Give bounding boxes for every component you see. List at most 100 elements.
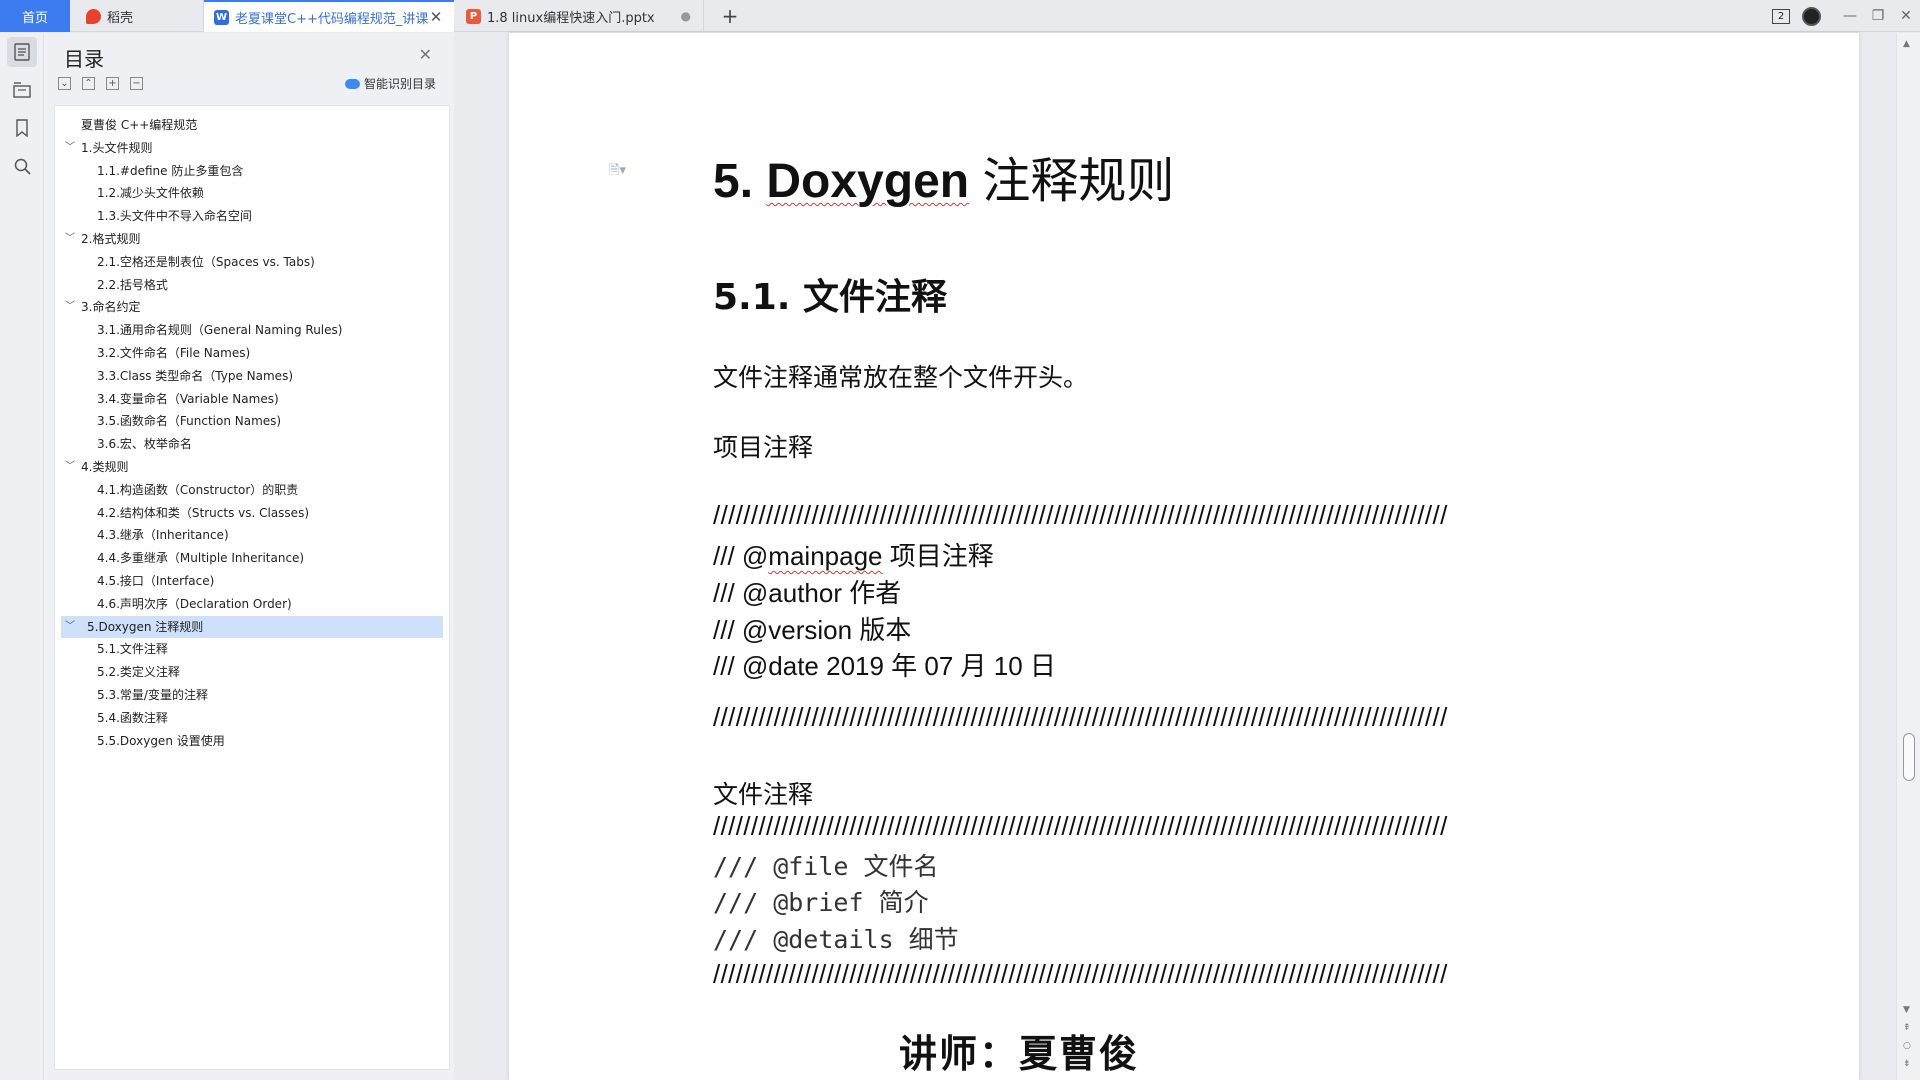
bookmark-rail-button[interactable] (7, 113, 37, 143)
toc-item[interactable]: 3.5.函数命名（Function Names) (55, 410, 449, 433)
tab-close-icon[interactable]: ✕ (428, 9, 444, 25)
toc-item-label: 4.5.接口（Interface) (97, 573, 215, 588)
document-area[interactable]: 🗎▾ 5. Doxygen 注释规则 5.1. 文件注释 文件注释通常放在整个文… (454, 33, 1896, 1080)
toc-item-label: 2.格式规则 (81, 231, 141, 246)
paragraph-menu-icon[interactable]: 🗎▾ (609, 161, 626, 183)
scroll-down-icon[interactable]: ▼ (1903, 1005, 1910, 1015)
chevron-down-icon[interactable]: ﹀ (65, 616, 75, 639)
toc-item[interactable]: 夏曹俊 C++编程规范 (55, 114, 449, 137)
toc-item[interactable]: 4.1.构造函数（Constructor）的职责 (55, 479, 449, 502)
tab-document[interactable]: W 老夏课堂C++代码编程规范_讲课 ✕ (204, 0, 454, 32)
toc-item-label: 3.4.变量命名（Variable Names) (97, 391, 279, 406)
scroll-thumb[interactable] (1903, 733, 1915, 781)
slash-line: ////////////////////////////////////////… (713, 811, 1448, 841)
outline-close-icon[interactable]: ✕ (419, 45, 432, 64)
toc-item[interactable]: 5.3.常量/变量的注释 (55, 684, 449, 707)
tab-home[interactable]: 首页 (0, 0, 70, 32)
outline-rail-button[interactable] (7, 37, 37, 67)
toc-item[interactable]: 3.1.通用命名规则（General Naming Rules) (55, 319, 449, 342)
document-page[interactable]: 🗎▾ 5. Doxygen 注释规则 5.1. 文件注释 文件注释通常放在整个文… (509, 33, 1859, 1080)
tag-author: /// @author 作者 (713, 578, 902, 608)
slash-line: ////////////////////////////////////////… (713, 500, 1448, 530)
toc-item[interactable]: ﹀ 2.格式规则 (55, 228, 449, 251)
toc-item-label: 5.5.Doxygen 设置使用 (97, 733, 225, 748)
add-heading-icon[interactable]: + (106, 77, 119, 90)
toc-item[interactable]: 3.3.Class 类型命名（Type Names) (55, 365, 449, 388)
toc-item[interactable]: ﹀ 1.头文件规则 (55, 137, 449, 160)
tab-presentation-label: 1.8 linux编程快速入门.pptx (487, 10, 655, 26)
smart-toc-button[interactable]: 智能识别目录 (344, 75, 436, 92)
toc-item[interactable]: 1.1.#define 防止多重包含 (55, 160, 449, 183)
toc-item-label: 夏曹俊 C++编程规范 (81, 118, 198, 132)
toc-item[interactable]: 4.5.接口（Interface) (55, 570, 449, 593)
tag-date: /// @date 2019 年 07 月 10 日 (713, 651, 1056, 681)
scroll-up-icon[interactable]: ▲ (1903, 39, 1910, 49)
toc-item[interactable]: ﹀ 5.Doxygen 注释规则 (61, 615, 443, 639)
toc-item[interactable]: ﹀ 4.类规则 (55, 456, 449, 479)
unsaved-dot-icon[interactable]: ● (681, 9, 691, 23)
restore-icon[interactable]: ❐ (1866, 5, 1890, 27)
search-rail-button[interactable] (7, 151, 37, 181)
chevron-down-icon[interactable]: ﹀ (65, 296, 75, 319)
prev-page-icon[interactable]: ⇞ (1903, 1023, 1911, 1033)
toc-item[interactable]: ﹀ 3.命名约定 (55, 296, 449, 319)
toc-item[interactable]: 2.2.括号格式 (55, 274, 449, 297)
next-page-icon[interactable]: ⇟ (1903, 1059, 1911, 1069)
window-close-icon[interactable]: ✕ (1894, 5, 1918, 27)
chevron-down-icon[interactable]: ﹀ (65, 228, 75, 251)
chevron-down-icon[interactable]: ﹀ (65, 137, 75, 160)
outline-icon (14, 43, 30, 61)
toc-item[interactable]: 1.3.头文件中不导入命名空间 (55, 205, 449, 228)
remove-heading-icon[interactable]: − (130, 77, 143, 90)
tag-mainpage-word: mainpage (768, 541, 883, 571)
toc-item[interactable]: 3.2.文件命名（File Names) (55, 342, 449, 365)
tab-presentation[interactable]: P 1.8 linux编程快速入门.pptx ● (454, 0, 704, 32)
toc-item[interactable]: 5.5.Doxygen 设置使用 (55, 730, 449, 753)
vertical-scrollbar[interactable]: ▲ ▼ ⇞ ○ ⇟ (1896, 33, 1920, 1080)
daoke-logo-icon (86, 8, 101, 24)
toc-item[interactable]: 4.3.继承（Inheritance) (55, 524, 449, 547)
page-count-button[interactable]: 2 (1770, 5, 1792, 27)
paragraph-file-comment-intro: 文件注释通常放在整个文件开头。 (713, 363, 1089, 392)
toc-item-label: 4.类规则 (81, 459, 129, 474)
outline-panel: 目录 ✕ ⌄ ⌃ + − 智能识别目录 夏曹俊 C++编程规范 ﹀ 1.头文件规则 1… (44, 33, 454, 1080)
bookmark-icon (16, 119, 28, 137)
page-count-label: 2 (1772, 8, 1790, 24)
toc-item[interactable]: 5.4.函数注释 (55, 707, 449, 730)
toc-item[interactable]: 3.4.变量命名（Variable Names) (55, 388, 449, 411)
toc-item[interactable]: 4.2.结构体和类（Structs vs. Classes) (55, 502, 449, 525)
tag-mainpage-rest: 项目注释 (882, 541, 994, 571)
chevron-down-icon[interactable]: ﹀ (65, 456, 75, 479)
toc-item-label: 4.6.声明次序（Declaration Order) (97, 596, 292, 611)
toc-item[interactable]: 4.6.声明次序（Declaration Order) (55, 593, 449, 616)
avatar-icon (1801, 6, 1821, 26)
collapse-all-icon[interactable]: ⌄ (58, 77, 71, 90)
tag-mainpage-prefix: /// @ (713, 541, 769, 571)
expand-up-icon[interactable]: ⌃ (82, 77, 95, 90)
toc-item-label: 1.头文件规则 (81, 140, 153, 155)
toc-item[interactable]: 1.2.减少头文件依赖 (55, 182, 449, 205)
tag-brief: /// @brief 简介 (713, 888, 929, 917)
toc-item[interactable]: 2.1.空格还是制表位（Spaces vs. Tabs) (55, 251, 449, 274)
avatar[interactable] (1800, 5, 1822, 27)
minimize-icon[interactable]: — (1838, 5, 1862, 27)
heading-2: 5.1. 文件注释 (713, 277, 947, 318)
chapter-rail-button[interactable] (7, 75, 37, 105)
toc-item-label: 4.1.构造函数（Constructor）的职责 (97, 482, 299, 497)
paragraph-file-comment: 文件注释 (713, 780, 814, 809)
select-browse-icon[interactable]: ○ (1903, 1041, 1911, 1051)
toc-item[interactable]: 5.2.类定义注释 (55, 661, 449, 684)
toc-item-label: 1.1.#define 防止多重包含 (97, 163, 244, 178)
toc-item[interactable]: 5.1.文件注释 (55, 638, 449, 661)
toc-item[interactable]: 4.4.多重继承（Multiple Inheritance) (55, 547, 449, 570)
tag-file: /// @file 文件名 (713, 852, 939, 881)
toc-item[interactable]: 3.6.宏、枚举命名 (55, 433, 449, 456)
toc-item-label: 2.2.括号格式 (97, 277, 168, 292)
new-tab-plus-icon[interactable]: + (718, 4, 742, 28)
toc-item-label: 3.3.Class 类型命名（Type Names) (97, 368, 293, 383)
toc-item-label: 5.4.函数注释 (97, 710, 168, 725)
tab-daoke[interactable]: 稻壳 (70, 0, 204, 32)
toc-item-label: 4.3.继承（Inheritance) (97, 528, 229, 543)
toc-item-label: 3.5.函数命名（Function Names) (97, 414, 282, 429)
smart-cloud-icon (344, 78, 360, 89)
